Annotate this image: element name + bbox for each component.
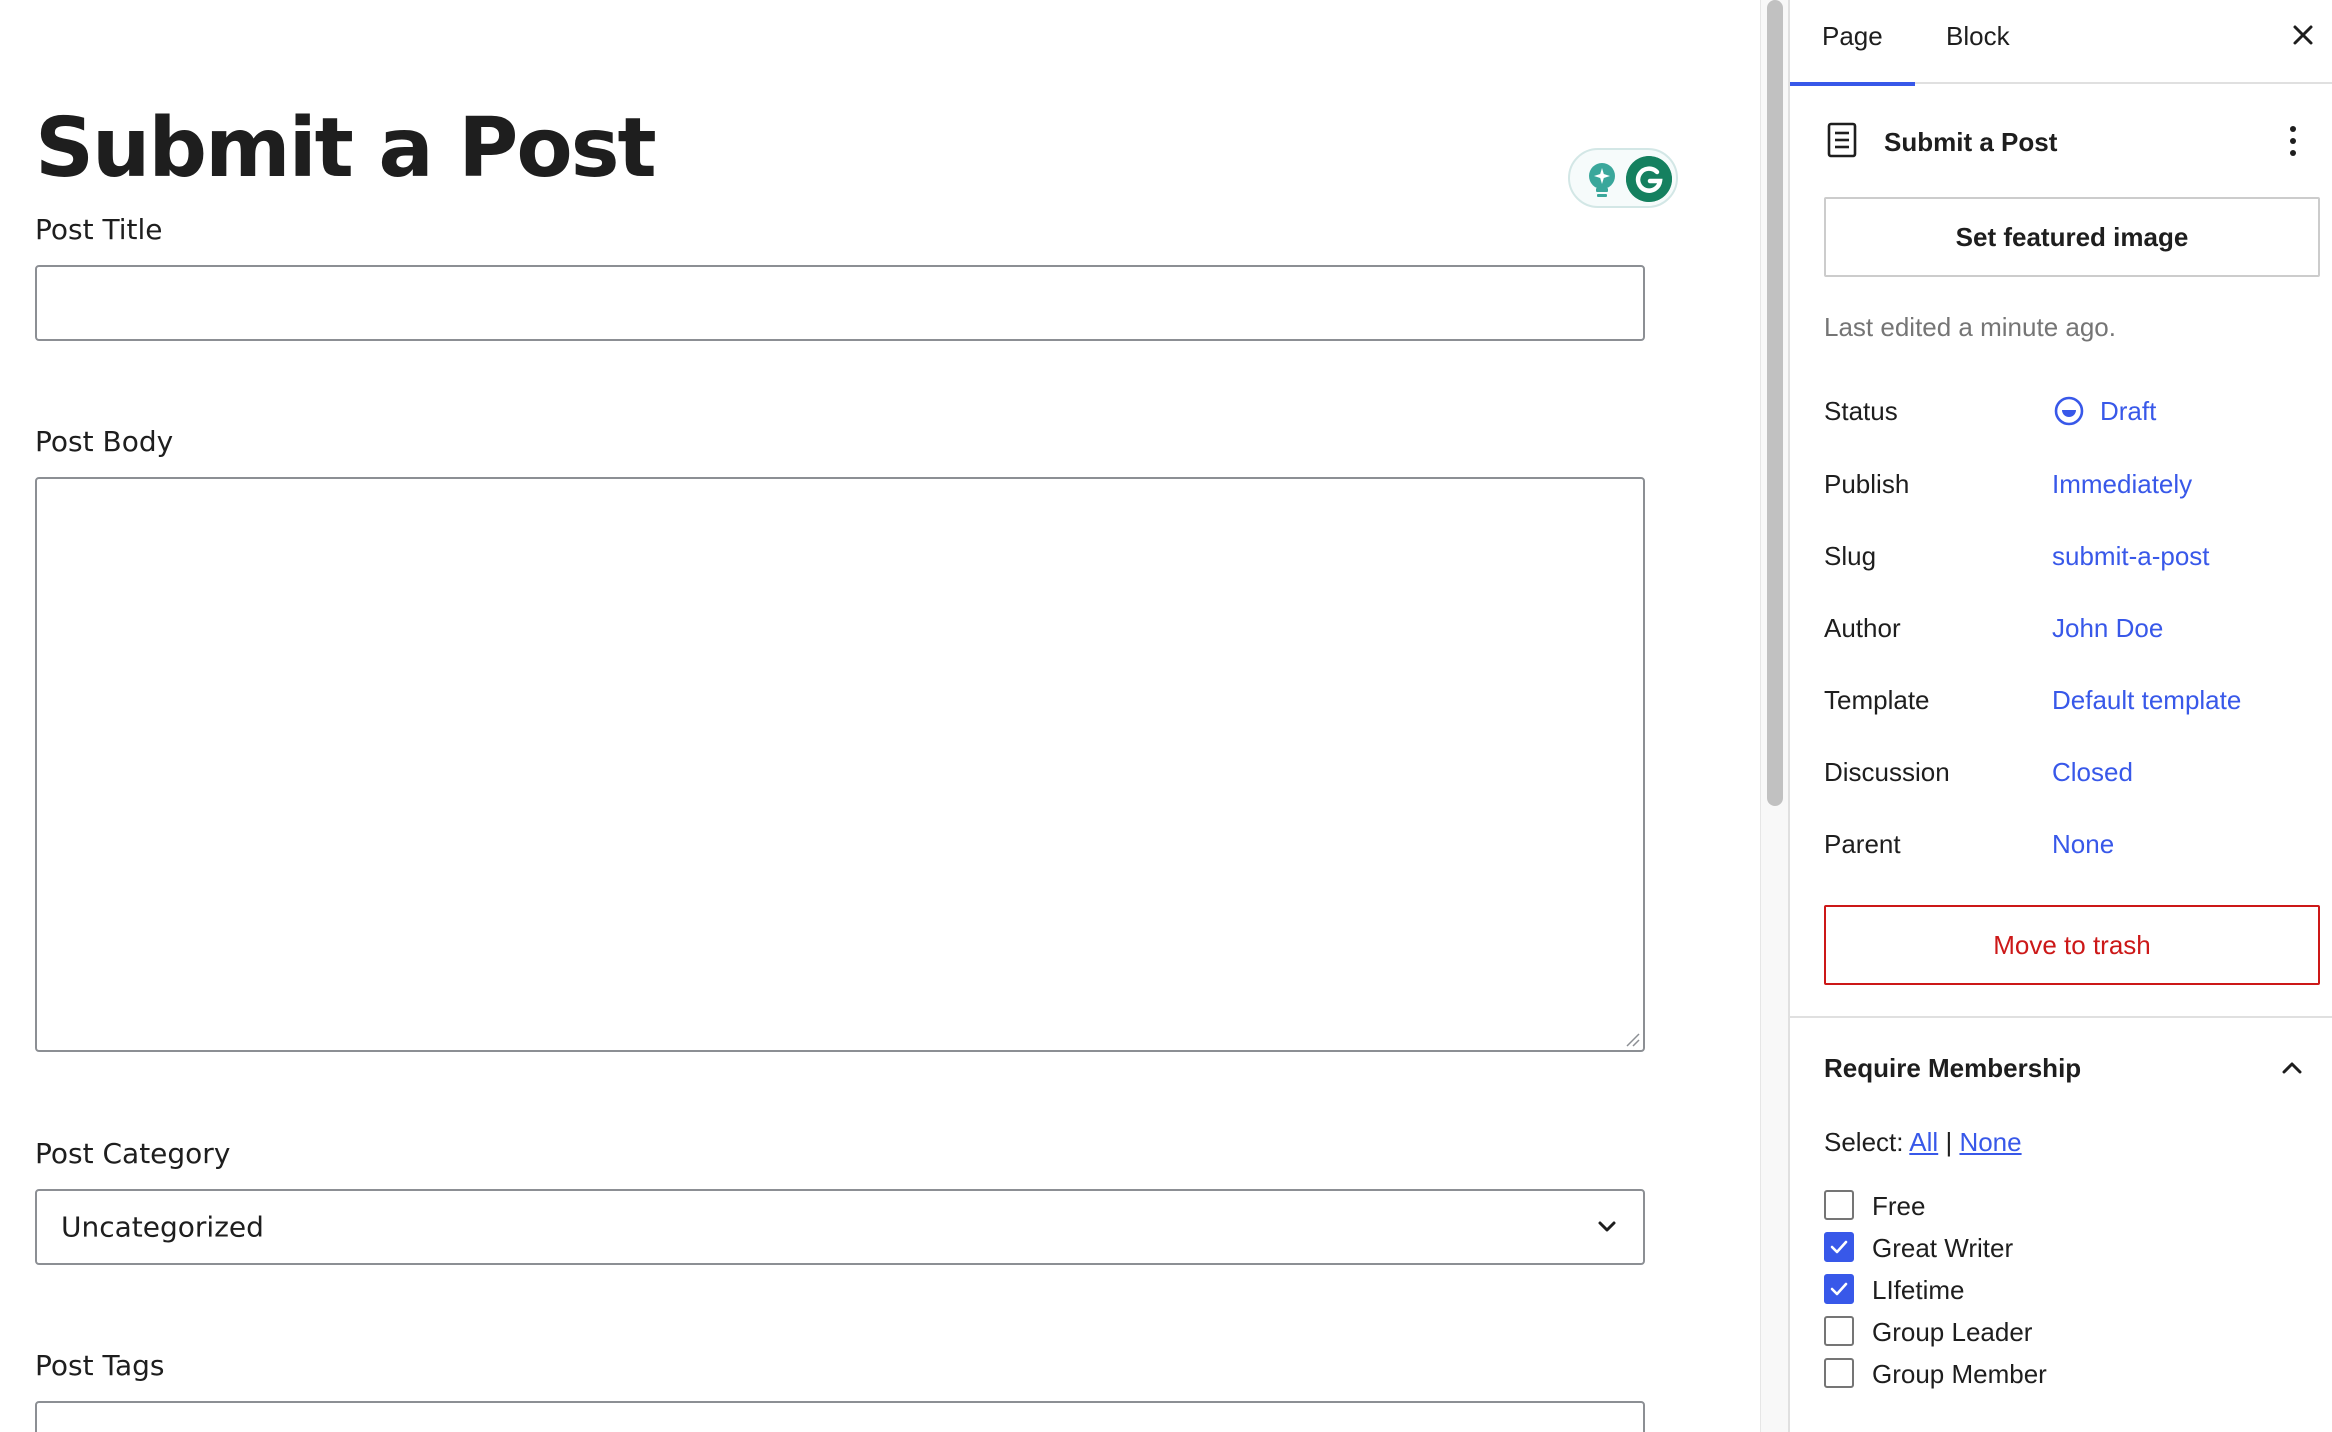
chevron-up-icon[interactable] <box>2276 1052 2308 1084</box>
select-none-link[interactable]: None <box>1959 1127 2021 1157</box>
checkmark-icon <box>1830 1282 1848 1296</box>
editor-scrollbar[interactable] <box>1760 0 1790 1432</box>
meta-row-template: Template Default template <box>1824 679 2314 719</box>
membership-level-lifetime[interactable]: LIfetime <box>1824 1272 2224 1306</box>
membership-level-label: Great Writer <box>1872 1233 2014 1263</box>
template-value[interactable]: Default template <box>2052 685 2241 716</box>
checkbox-lifetime[interactable] <box>1824 1274 1854 1304</box>
set-featured-image-button[interactable]: Set featured image <box>1824 197 2320 277</box>
more-options-icon[interactable] <box>2286 122 2300 160</box>
require-membership-title: Require Membership <box>1824 1053 2082 1083</box>
post-category-value: Uncategorized <box>61 1210 264 1244</box>
move-to-trash-button[interactable]: Move to trash <box>1824 905 2320 985</box>
page-title[interactable]: Submit a Post <box>35 108 657 190</box>
membership-level-group-leader[interactable]: Group Leader <box>1824 1314 2224 1348</box>
post-body-label: Post Body <box>35 425 174 458</box>
meta-row-status: Status Draft <box>1824 390 2314 430</box>
meta-row-parent: Parent None <box>1824 823 2314 863</box>
membership-level-label: Group Leader <box>1872 1317 2033 1347</box>
post-tags-label: Post Tags <box>35 1349 165 1382</box>
resize-handle-icon[interactable] <box>1623 1030 1641 1048</box>
membership-level-label: Free <box>1872 1191 1926 1221</box>
document-summary: Submit a Post <box>1824 120 2314 160</box>
parent-value[interactable]: None <box>2052 829 2114 860</box>
app-window: Submit a Post Post Title Post Body Post … <box>0 0 2332 1432</box>
document-title: Submit a Post <box>1884 127 2058 157</box>
select-separator: | <box>1945 1127 1953 1157</box>
grammarly-widget[interactable] <box>1568 148 1678 208</box>
tab-page[interactable]: Page <box>1790 0 1915 86</box>
template-label: Template <box>1824 685 1930 715</box>
close-icon[interactable] <box>2286 18 2320 52</box>
membership-level-free[interactable]: Free <box>1824 1188 2224 1222</box>
author-value[interactable]: John Doe <box>2052 613 2163 644</box>
slug-value[interactable]: submit-a-post <box>2052 541 2210 572</box>
post-title-input[interactable] <box>35 265 1645 341</box>
post-body-textarea[interactable] <box>35 477 1645 1052</box>
select-all-link[interactable]: All <box>1909 1127 1938 1157</box>
chevron-down-icon <box>1598 1221 1616 1232</box>
checkmark-icon <box>1830 1240 1848 1254</box>
draft-status-icon <box>2054 396 2084 426</box>
meta-row-slug: Slug submit-a-post <box>1824 535 2314 575</box>
membership-level-group-member[interactable]: Group Member <box>1824 1356 2224 1390</box>
last-edited-text: Last edited a minute ago. <box>1824 312 2116 342</box>
parent-label: Parent <box>1824 829 1901 859</box>
publish-label: Publish <box>1824 469 1910 499</box>
publish-value[interactable]: Immediately <box>2052 469 2192 500</box>
page-document-icon <box>1827 122 1857 158</box>
membership-level-great-writer[interactable]: Great Writer <box>1824 1230 2224 1264</box>
discussion-value[interactable]: Closed <box>2052 757 2133 788</box>
post-tags-input[interactable] <box>35 1401 1645 1432</box>
checkbox-group-member[interactable] <box>1824 1358 1854 1388</box>
checkbox-great-writer[interactable] <box>1824 1232 1854 1262</box>
require-membership-panel-header[interactable]: Require Membership <box>1824 1050 2314 1086</box>
settings-sidebar: Page Block Submit a Post Set featured im… <box>1788 0 2332 1432</box>
select-prefix: Select: <box>1824 1127 1904 1157</box>
tab-block[interactable]: Block <box>1946 0 2010 84</box>
editor-canvas: Submit a Post Post Title Post Body Post … <box>0 0 1760 1432</box>
membership-level-label: LIfetime <box>1872 1275 1965 1305</box>
lightbulb-icon <box>1589 163 1615 197</box>
checkbox-free[interactable] <box>1824 1190 1854 1220</box>
checkbox-group-leader[interactable] <box>1824 1316 1854 1346</box>
panel-divider <box>1790 1016 2332 1018</box>
author-label: Author <box>1824 613 1901 643</box>
status-label: Status <box>1824 396 1898 426</box>
slug-label: Slug <box>1824 541 1877 571</box>
meta-row-author: Author John Doe <box>1824 607 2314 647</box>
membership-level-label: Group Member <box>1872 1359 2047 1389</box>
membership-select-controls: Select: All | None <box>1824 1127 2022 1158</box>
post-category-label: Post Category <box>35 1137 231 1170</box>
post-title-label: Post Title <box>35 213 163 246</box>
meta-row-discussion: Discussion Closed <box>1824 751 2314 791</box>
status-value: Draft <box>2100 396 2157 426</box>
meta-row-publish: Publish Immediately <box>1824 463 2314 503</box>
post-category-select[interactable]: Uncategorized <box>35 1189 1645 1265</box>
discussion-label: Discussion <box>1824 757 1950 787</box>
scrollbar-thumb[interactable] <box>1767 0 1783 806</box>
sidebar-tabs: Page Block <box>1790 0 2332 86</box>
grammarly-logo-icon <box>1626 156 1672 202</box>
